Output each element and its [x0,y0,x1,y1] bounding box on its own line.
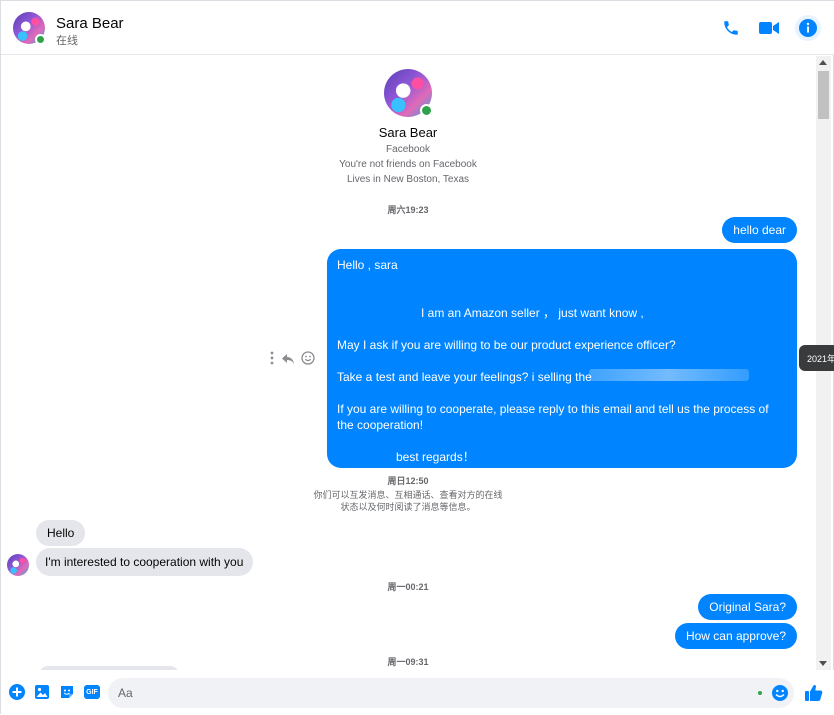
incoming-message[interactable]: Hello [36,520,86,546]
composer-actions: GIF [9,684,100,700]
message-thread[interactable]: Sara Bear Facebook You're not friends on… [1,56,815,670]
outgoing-message[interactable]: hello dear [722,217,797,243]
connection-notice: 你们可以互发消息、互相通话、查看对方的在线 状态以及何时阅读了消息等信息。 [1,489,815,513]
incoming-message[interactable]: I'm interested to cooperation with you [36,548,254,576]
profile-card: Sara Bear Facebook You're not friends on… [1,69,815,185]
outgoing-message[interactable]: How can approve? [674,623,797,649]
timestamp: 周六19:23 [387,205,429,215]
notice-line: 状态以及何时阅读了消息等信息。 [340,502,476,512]
sender-avatar[interactable] [7,554,29,576]
message-line: Take a test and leave your feelings? i s… [337,370,592,384]
message-line: the cooperation! [337,418,424,432]
image-icon[interactable] [34,684,50,700]
message-actions [269,351,315,370]
online-indicator [35,34,46,45]
composer: GIF [1,670,834,715]
message-line: If you are willing to cooperate, please … [337,402,769,416]
outgoing-message[interactable]: Original Sara? [698,594,797,620]
emoji-icon[interactable] [771,684,789,702]
gif-icon[interactable]: GIF [84,685,100,699]
profile-friend-status: You're not friends on Facebook [339,159,477,170]
timestamp-tooltip: 2021年 [799,345,834,371]
scroll-thumb[interactable] [818,71,829,119]
profile-location: Lives in New Boston, Texas [346,174,470,185]
contact-status: 在线 [56,35,78,47]
scroll-up-arrow[interactable] [819,60,827,65]
contact-name[interactable]: Sara Bear [56,15,124,32]
typing-indicator-dot [758,691,762,695]
profile-avatar[interactable] [384,69,433,117]
phone-icon[interactable] [719,16,743,40]
messenger-window: Sara Bear 在线 Sara Bear Facebook You're n… [0,0,834,715]
header-actions [719,15,821,41]
notice-line: 你们可以互发消息、互相通话、查看对方的在线 [313,490,503,500]
chat-header: Sara Bear 在线 [1,1,834,55]
contact-avatar[interactable] [13,12,46,45]
message-line: Hello , sara [337,258,398,272]
more-icon[interactable] [269,351,275,370]
message-line: May I ask if you are willing to be our p… [337,338,676,352]
message-line: best regards！ [396,450,475,464]
scroll-down-arrow[interactable] [819,661,827,666]
message-input[interactable] [108,678,794,708]
plus-icon[interactable] [9,684,25,700]
online-indicator [420,104,433,117]
avatar-image [7,554,29,576]
like-icon[interactable] [804,683,824,703]
profile-platform: Facebook [386,144,430,155]
timestamp: 周一00:21 [387,582,429,592]
message-line: I am an Amazon seller ， just want know , [421,306,644,320]
profile-name: Sara Bear [378,125,438,140]
redacted-text [589,369,749,381]
reply-icon[interactable] [281,352,295,370]
sticker-icon[interactable] [59,684,75,700]
video-icon[interactable] [757,16,781,40]
react-icon[interactable] [301,351,315,370]
timestamp: 周日12:50 [387,476,429,486]
info-icon[interactable] [795,15,821,41]
outgoing-message-long[interactable]: Hello , sara I am an Amazon seller ， jus… [327,249,797,468]
